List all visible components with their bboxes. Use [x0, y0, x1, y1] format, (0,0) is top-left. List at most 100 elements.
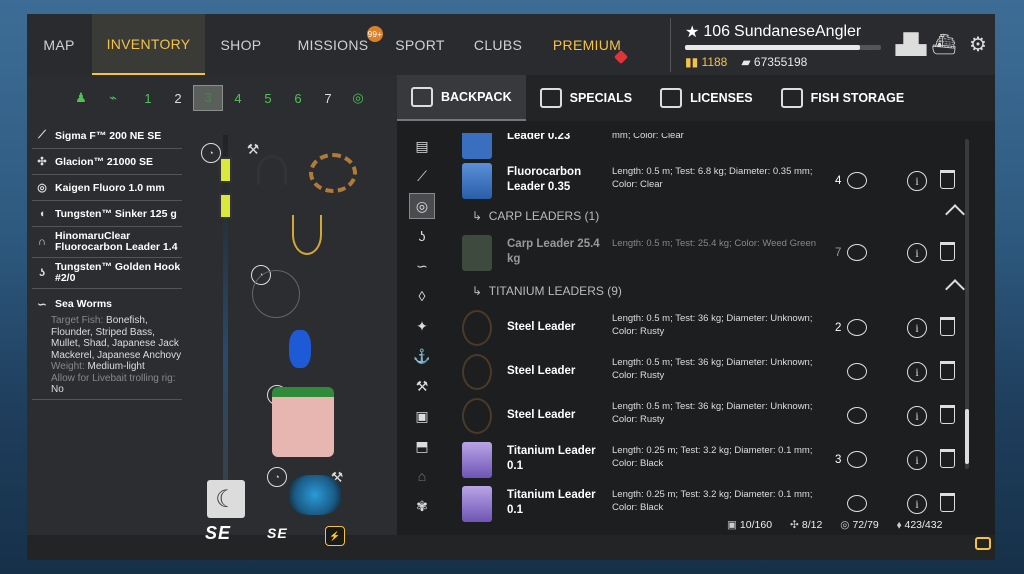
tab-licenses[interactable]: LICENSES [646, 75, 767, 121]
info-icon[interactable]: i [907, 494, 927, 514]
trash-icon[interactable] [940, 242, 955, 261]
tackle-sinker[interactable]: ◖ Tungsten™ Sinker 125 g [32, 201, 182, 227]
tungsten-sinker-image[interactable] [289, 330, 311, 368]
reel-brand-label: SE [267, 525, 288, 541]
trash-icon[interactable] [940, 361, 955, 380]
list-item[interactable]: Carp Leader 25.4 kg Length: 0.5 m; Test:… [452, 231, 962, 275]
bait-description: Target Fish: Bonefish, Flounder, Striped… [32, 315, 182, 400]
equip-icon[interactable] [847, 495, 867, 512]
chat-icon[interactable] [975, 537, 991, 550]
collapse-chevron-icon[interactable] [945, 279, 965, 299]
trash-icon[interactable] [940, 449, 955, 468]
golden-hook-image[interactable] [292, 215, 322, 255]
reel-image[interactable] [289, 475, 341, 515]
equip-icon[interactable] [847, 363, 867, 380]
tackle-reel[interactable]: ✣ Glacion™ 21000 SE [32, 149, 182, 175]
list-item[interactable]: Steel Leader Length: 0.5 m; Test: 36 kg;… [452, 394, 962, 438]
line-spool-image[interactable] [272, 387, 334, 457]
tab-clubs[interactable]: CLUBS [457, 14, 539, 75]
wrench-icon[interactable]: ⚒ [243, 139, 263, 159]
equip-indicator-icon[interactable]: ◔ [201, 143, 221, 163]
category-lines-icon[interactable]: ◎ [409, 193, 435, 219]
equip-icon[interactable] [847, 244, 867, 261]
rod-icon: ⟋ [38, 129, 46, 141]
category-rods-icon[interactable]: ⟋ [409, 163, 435, 189]
backpack-icon [411, 87, 433, 107]
slot-5[interactable]: 5 [253, 91, 283, 106]
category-bags-icon[interactable]: ▣ [409, 403, 435, 429]
category-garage-icon[interactable]: ⌂ [409, 463, 435, 489]
item-list-scrollbar[interactable] [965, 139, 969, 469]
category-lures-icon[interactable]: ◊ [409, 283, 435, 309]
top-navigation: MAP INVENTORY SHOP MISSIONS 99+ SPORT CL… [27, 14, 995, 75]
trash-icon[interactable] [940, 170, 955, 189]
info-icon[interactable]: i [907, 450, 927, 470]
category-plants-icon[interactable]: ✾ [409, 493, 435, 519]
category-baits-icon[interactable]: ∽ [409, 253, 435, 279]
settings-gear-icon[interactable]: ⚙ [964, 30, 992, 58]
leader-icon: ∩ [38, 235, 46, 248]
rod-image[interactable] [215, 135, 235, 535]
info-icon[interactable]: i [907, 243, 927, 263]
tab-missions[interactable]: MISSIONS 99+ [279, 14, 387, 75]
tab-premium[interactable]: PREMIUM [542, 14, 632, 75]
category-boxes-icon[interactable]: ⬒ [409, 433, 435, 459]
angler-icon[interactable]: ♟ [69, 90, 93, 106]
tackle-leader[interactable]: ∩ HinomaruClear Fluorocarbon Leader 1.4 [32, 227, 182, 258]
slot-3[interactable]: 3 [193, 85, 223, 111]
leader-coil-image[interactable] [252, 270, 300, 318]
trash-icon[interactable] [940, 317, 955, 336]
sinker-image[interactable] [257, 155, 287, 185]
sea-worms-image[interactable] [309, 153, 357, 193]
tackle-line[interactable]: ◎ Kaigen Fluoro 1.0 mm [32, 175, 182, 201]
list-item[interactable]: Steel Leader Length: 0.5 m; Test: 36 kg;… [452, 306, 962, 350]
list-item[interactable]: Steel Leader Length: 0.5 m; Test: 36 kg;… [452, 350, 962, 394]
list-item[interactable]: Titanium Leader 0.1 Length: 0.25 m; Test… [452, 438, 962, 482]
equip-icon[interactable] [847, 407, 867, 424]
info-icon[interactable]: i [907, 171, 927, 191]
equip-icon[interactable] [847, 172, 867, 189]
rod-capacity: ✣ 8/12 [790, 519, 823, 531]
info-icon[interactable]: i [907, 406, 927, 426]
tab-fish-storage[interactable]: FISH STORAGE [767, 75, 919, 121]
category-rigs-icon[interactable]: ⚓ [409, 343, 435, 369]
tab-shop[interactable]: SHOP [207, 14, 275, 75]
list-item[interactable]: Fluorocarbon Leader 0.35 Length: 0.5 m; … [452, 159, 962, 203]
player-profile[interactable]: ★ 106 SundaneseAngler ▮▮ 1188 ▰ 67355198 [670, 18, 900, 72]
info-icon[interactable]: i [907, 318, 927, 338]
silver-balance: ▰ 67355198 [741, 55, 808, 69]
group-titanium-leaders[interactable]: ↳ TITANIUM LEADERS (9) [472, 276, 965, 306]
category-tools-icon[interactable]: ⚒ [409, 373, 435, 399]
equip-indicator-icon[interactable]: ◔ [267, 467, 287, 487]
equip-icon[interactable] [847, 319, 867, 336]
item-thumbnail [462, 398, 492, 434]
tackle-hook[interactable]: ʖ Tungsten™ Golden Hook #2/0 [32, 258, 182, 289]
tackle-bait[interactable]: ∽ Sea Worms [32, 289, 182, 315]
tackle-rod[interactable]: ⟋ Sigma F™ 200 NE SE [32, 123, 182, 149]
trash-icon[interactable] [940, 493, 955, 512]
group-carp-leaders[interactable]: ↳ CARP LEADERS (1) [472, 201, 965, 231]
slot-7[interactable]: 7 [313, 91, 343, 106]
category-all-icon[interactable]: ▤ [409, 133, 435, 159]
category-hooks-icon[interactable]: ʖ [409, 223, 435, 249]
rod-stand-icon[interactable]: ⌁ [93, 90, 133, 106]
collapse-chevron-icon[interactable] [945, 204, 965, 224]
equip-icon[interactable] [847, 451, 867, 468]
tab-inventory[interactable]: INVENTORY [92, 14, 205, 75]
tab-sport[interactable]: SPORT [387, 14, 453, 75]
boat-icon[interactable]: ⛴ [930, 30, 958, 58]
lightning-icon[interactable]: ⚡ [325, 526, 345, 546]
info-icon[interactable]: i [907, 362, 927, 382]
category-flies-icon[interactable]: ✦ [409, 313, 435, 339]
slot-1[interactable]: 1 [133, 91, 163, 106]
tab-map[interactable]: MAP [27, 14, 91, 75]
tab-specials[interactable]: SPECIALS [526, 75, 647, 121]
slot-6[interactable]: 6 [283, 91, 313, 106]
slot-2[interactable]: 2 [163, 91, 193, 106]
reel-icon: ✣ [37, 156, 47, 168]
slot-4[interactable]: 4 [223, 91, 253, 106]
globe-icon[interactable]: ◎ [343, 90, 373, 106]
leaderboard-icon[interactable]: ▟▙ [896, 30, 927, 58]
tab-backpack[interactable]: BACKPACK [397, 75, 526, 121]
trash-icon[interactable] [940, 405, 955, 424]
